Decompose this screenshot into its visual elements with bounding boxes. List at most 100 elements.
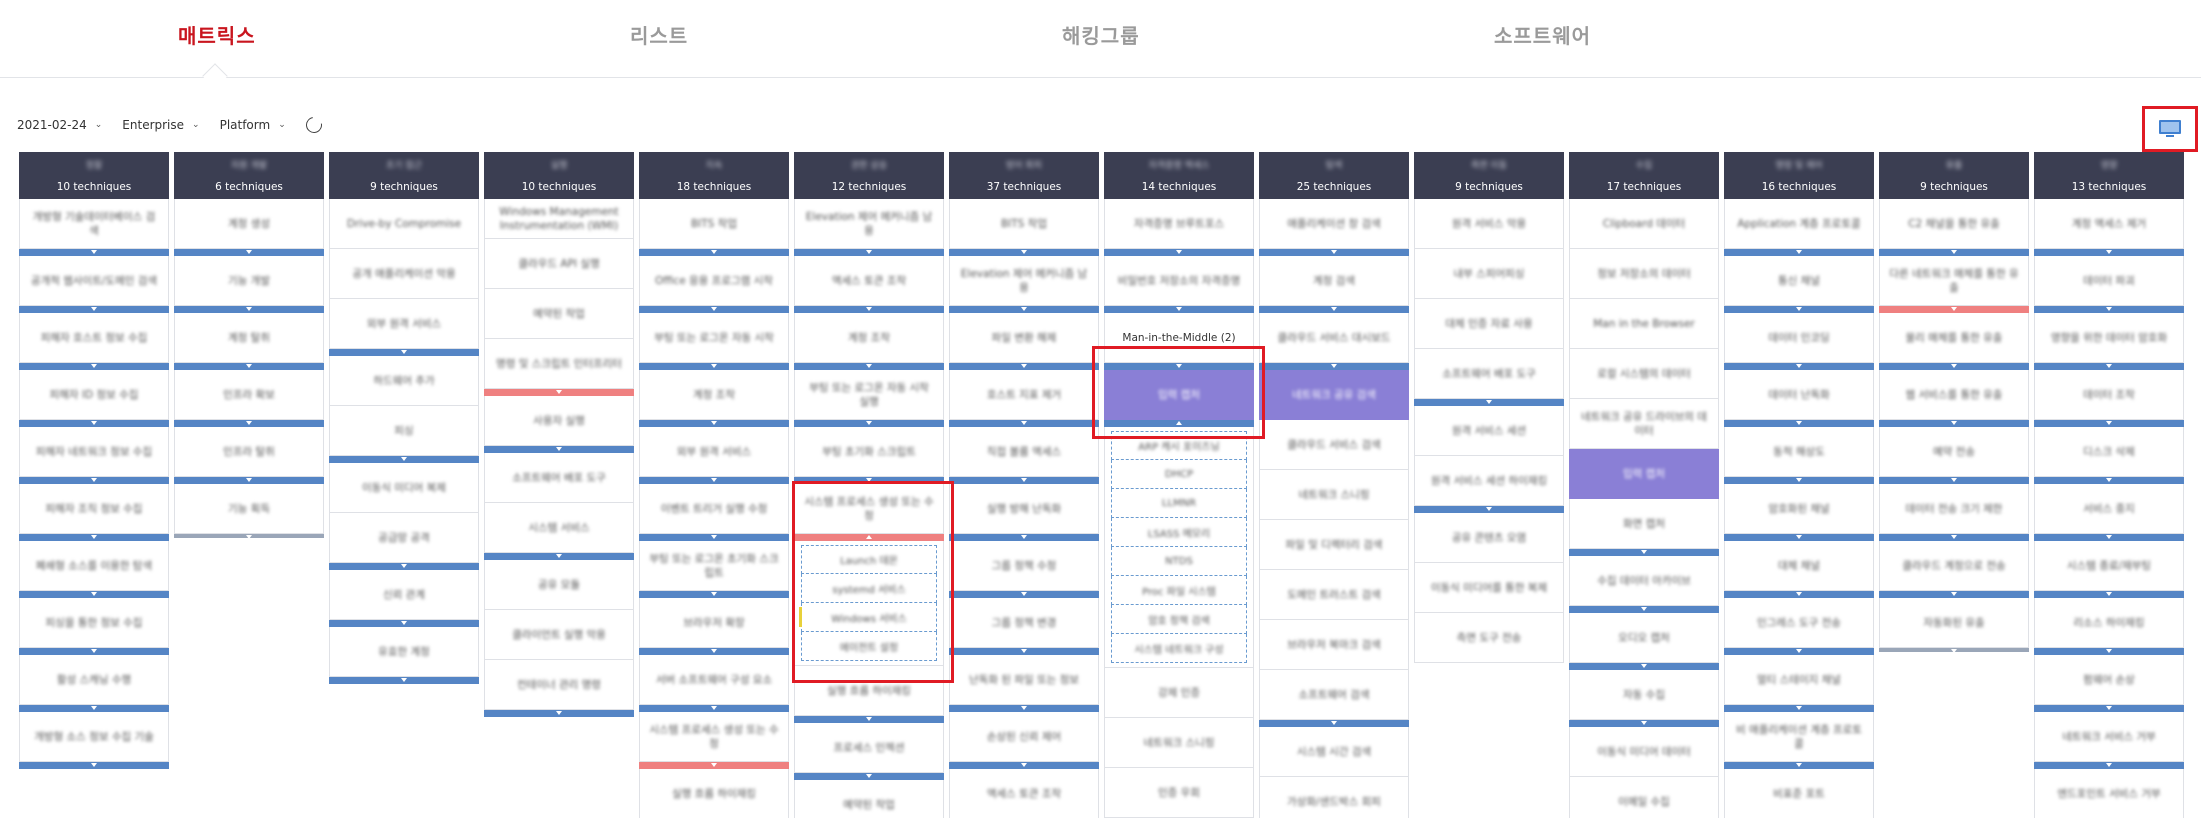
technique-cell[interactable]: 액세스 토큰 조작 <box>794 256 944 306</box>
technique-cell[interactable]: 리소스 하이재킹 <box>2034 598 2184 648</box>
expand-toggle[interactable] <box>949 534 1099 541</box>
technique-cell[interactable]: 활성 스캐닝 수행 <box>19 655 169 705</box>
expand-toggle[interactable] <box>794 773 944 780</box>
technique-cell[interactable]: 입력 캡처 <box>1104 370 1254 420</box>
tactic-header[interactable]: 명령 및 제어 16 techniques <box>1724 152 1874 199</box>
expand-toggle[interactable] <box>1724 648 1874 655</box>
tab-hacking-groups[interactable]: 해킹그룹 <box>1062 20 1140 49</box>
expand-toggle[interactable] <box>1724 420 1874 427</box>
expand-toggle[interactable] <box>1259 720 1409 727</box>
expand-toggle[interactable] <box>2034 477 2184 484</box>
technique-cell[interactable]: 비표준 포트 <box>1724 769 1874 818</box>
expand-toggle[interactable] <box>1724 363 1874 370</box>
technique-cell[interactable]: 암호화된 채널 <box>1724 484 1874 534</box>
technique-cell[interactable]: 이동식 미디어 복제 <box>329 463 479 513</box>
expand-toggle[interactable] <box>1724 306 1874 313</box>
expand-toggle[interactable] <box>794 363 944 370</box>
technique-cell[interactable]: 수집 데이터 아카이브 <box>1569 556 1719 606</box>
technique-cell[interactable]: Elevation 제어 메커니즘 남용 <box>794 199 944 249</box>
technique-cell[interactable]: 데이터 조작 <box>2034 370 2184 420</box>
expand-toggle[interactable] <box>639 363 789 370</box>
expand-toggle[interactable] <box>2034 363 2184 370</box>
technique-cell[interactable]: 계정 액세스 제거 <box>2034 199 2184 249</box>
technique-cell[interactable]: 원격 서비스 세션 하이재킹 <box>1414 456 1564 506</box>
technique-cell[interactable]: 데이터 전송 크기 제한 <box>1879 484 2029 534</box>
technique-cell[interactable]: 피해자 네트워크 정보 수집 <box>19 427 169 477</box>
technique-cell[interactable]: 예약된 작업 <box>794 780 944 818</box>
tactic-header[interactable]: 탐색 25 techniques <box>1259 152 1409 199</box>
expand-toggle[interactable] <box>639 591 789 598</box>
tactic-header[interactable]: 지속 18 techniques <box>639 152 789 199</box>
technique-cell[interactable]: 대체 인증 자료 사용 <box>1414 299 1564 349</box>
expand-toggle[interactable] <box>949 705 1099 712</box>
technique-cell[interactable]: 호스트 지표 제거 <box>949 370 1099 420</box>
technique-cell[interactable]: 계정 탈취 <box>174 313 324 363</box>
expand-toggle[interactable] <box>1724 534 1874 541</box>
technique-cell[interactable]: 애플리케이션 창 검색 <box>1259 199 1409 249</box>
date-select[interactable]: 2021-02-24 ⌄ <box>17 118 102 132</box>
tactic-header[interactable]: 수집 17 techniques <box>1569 152 1719 199</box>
expand-toggle[interactable] <box>329 456 479 463</box>
expand-toggle[interactable] <box>639 534 789 541</box>
tactic-header[interactable]: 정찰 10 techniques <box>19 152 169 199</box>
expand-toggle[interactable] <box>949 762 1099 769</box>
expand-toggle[interactable] <box>19 591 169 598</box>
technique-cell[interactable]: 통신 채널 <box>1724 256 1874 306</box>
expand-toggle[interactable] <box>639 477 789 484</box>
sub-technique-item[interactable]: Windows 서비스 <box>799 603 937 632</box>
technique-cell[interactable]: 펌웨어 손상 <box>2034 655 2184 705</box>
technique-cell[interactable]: 영향을 위한 데이터 암호화 <box>2034 313 2184 363</box>
technique-cell[interactable]: Drive-by Compromise <box>329 199 479 249</box>
expand-toggle[interactable] <box>1569 549 1719 556</box>
technique-cell[interactable]: 공개적 웹사이트/도메인 검색 <box>19 256 169 306</box>
technique-cell[interactable]: Clipboard 데이터 <box>1569 199 1719 249</box>
technique-cell[interactable]: 인프라 확보 <box>174 370 324 420</box>
expand-toggle[interactable] <box>794 534 944 541</box>
tactic-header[interactable]: 자격증명 액세스 14 techniques <box>1104 152 1254 199</box>
technique-cell[interactable]: 폐쇄형 소스를 이용한 탐색 <box>19 541 169 591</box>
technique-cell[interactable]: 디스크 삭제 <box>2034 427 2184 477</box>
technique-cell[interactable]: 인프라 탈취 <box>174 427 324 477</box>
technique-cell[interactable]: 자격증명 브루트포스 <box>1104 199 1254 249</box>
sub-technique-item[interactable]: DHCP <box>1111 460 1247 489</box>
technique-cell[interactable]: 시스템 프로세스 생성 또는 수정 <box>794 484 944 534</box>
sub-technique-item[interactable]: Launch 데몬 <box>801 545 937 574</box>
expand-toggle[interactable] <box>1879 363 2029 370</box>
technique-cell[interactable]: 실행 방해 난독화 <box>949 484 1099 534</box>
expand-toggle[interactable] <box>1724 477 1874 484</box>
expand-toggle[interactable] <box>1879 648 2029 653</box>
technique-cell[interactable]: 시스템 프로세스 생성 또는 수정 <box>639 712 789 762</box>
expand-toggle[interactable] <box>174 306 324 313</box>
technique-cell[interactable]: 네트워크 스니핑 <box>1259 470 1409 520</box>
technique-cell[interactable]: 동적 해상도 <box>1724 427 1874 477</box>
expand-toggle[interactable] <box>2034 591 2184 598</box>
technique-cell[interactable]: 이동식 미디어를 통한 복제 <box>1414 563 1564 613</box>
technique-cell[interactable]: 대체 채널 <box>1724 541 1874 591</box>
expand-toggle[interactable] <box>794 249 944 256</box>
expand-toggle[interactable] <box>639 648 789 655</box>
technique-cell[interactable]: 클라이언트 실행 악용 <box>484 610 634 660</box>
technique-cell[interactable]: 원격 서비스 악용 <box>1414 199 1564 249</box>
expand-toggle[interactable] <box>2034 648 2184 655</box>
expand-toggle[interactable] <box>794 477 944 484</box>
expand-toggle[interactable] <box>2034 762 2184 769</box>
expand-toggle[interactable] <box>19 249 169 256</box>
technique-cell[interactable]: BITS 작업 <box>949 199 1099 249</box>
expand-toggle[interactable] <box>1724 249 1874 256</box>
expand-toggle[interactable] <box>1569 606 1719 613</box>
expand-toggle[interactable] <box>19 363 169 370</box>
technique-cell[interactable]: 이동식 미디어 데이터 <box>1569 727 1719 777</box>
expand-toggle[interactable] <box>949 420 1099 427</box>
sub-technique-item[interactable]: 에이전트 설정 <box>801 632 937 661</box>
technique-cell[interactable]: 측면 도구 전송 <box>1414 613 1564 663</box>
expand-toggle[interactable] <box>949 363 1099 370</box>
expand-toggle[interactable] <box>1414 399 1564 406</box>
expand-toggle[interactable] <box>1104 249 1254 256</box>
expand-toggle[interactable] <box>19 648 169 655</box>
technique-cell[interactable]: 외부 원격 서비스 <box>639 427 789 477</box>
expand-toggle[interactable] <box>1259 249 1409 256</box>
expand-toggle[interactable] <box>1879 306 2029 313</box>
expand-toggle[interactable] <box>2034 306 2184 313</box>
expand-toggle[interactable] <box>1879 249 2029 256</box>
technique-cell[interactable]: 데이터 파괴 <box>2034 256 2184 306</box>
